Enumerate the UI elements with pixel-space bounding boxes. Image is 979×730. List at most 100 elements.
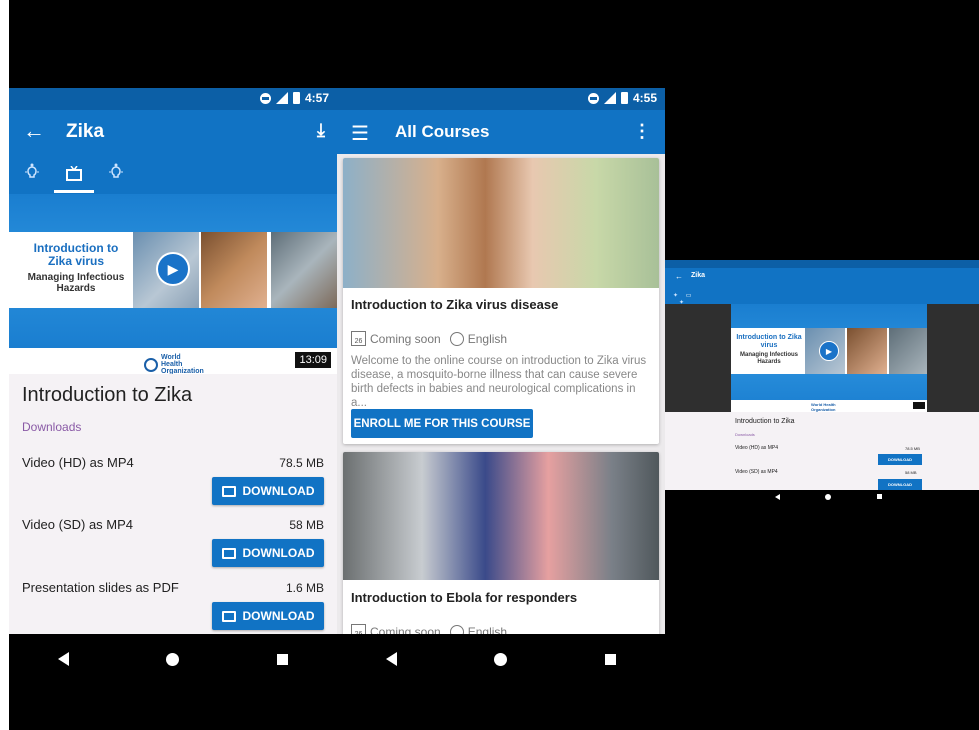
- download-button[interactable]: DOWNLOAD: [212, 539, 324, 567]
- system-nav-bar: [665, 490, 979, 506]
- course-content: Introduction to Zika Downloads Video (HD…: [9, 374, 337, 634]
- nav-recents-icon[interactable]: [877, 494, 882, 499]
- do-not-disturb-icon: [587, 92, 599, 104]
- calendar-icon: 26: [351, 331, 366, 346]
- app-bar: ← Zika ⤓: [9, 110, 337, 154]
- video-subtitle: Managing Infectious Hazards: [27, 272, 125, 294]
- who-logo: World Health Organization: [144, 354, 204, 375]
- screen-tablet-course-detail: ← Zika ✦ ▭ ✦ Introduction to Zika virus …: [665, 0, 979, 730]
- tab-bar: ✦ ▭ ✦: [673, 292, 703, 306]
- thumbnail-image: [847, 328, 887, 374]
- download-item-size: 1.6 MB: [285, 581, 324, 595]
- nav-recents-icon[interactable]: [605, 653, 617, 665]
- nav-back-icon[interactable]: [385, 652, 397, 666]
- thumbnail-image: [271, 232, 337, 308]
- arrow-back-icon[interactable]: ←: [675, 272, 683, 281]
- download-item-size: 58 MB: [905, 470, 917, 475]
- thumbnail-image: [201, 232, 267, 308]
- status-time: 4:57: [304, 91, 329, 105]
- battery-icon: [620, 92, 628, 104]
- page-title: All Courses: [395, 122, 490, 141]
- status-time: 4:55: [632, 91, 657, 105]
- course-title: Introduction to Zika virus disease: [351, 297, 559, 312]
- download-item-label: Video (SD) as MP4: [735, 469, 778, 475]
- lightbulb-icon[interactable]: [24, 162, 40, 189]
- video-player[interactable]: Introduction to Zika virus Managing Infe…: [9, 194, 337, 348]
- active-tab-indicator: [54, 190, 94, 193]
- thumbnail-image: [889, 328, 927, 374]
- download-button[interactable]: DOWNLOAD: [878, 454, 922, 465]
- download-item-size: 78.5 MB: [905, 446, 920, 451]
- lightbulb-icon[interactable]: ✦: [673, 293, 678, 299]
- globe-icon: [449, 331, 464, 346]
- app-bar: ☰ All Courses ⋮: [337, 110, 665, 154]
- download-item-size: 58 MB: [289, 518, 324, 532]
- video-footer: World Health Organization 13:09: [9, 348, 337, 375]
- signal-icon: [603, 92, 616, 104]
- tv-icon[interactable]: [65, 165, 83, 187]
- nav-home-icon[interactable]: [825, 494, 831, 500]
- course-meta: 26 Coming soon English: [351, 331, 507, 346]
- video-thumbnail: Introduction to Zika virus Managing Infe…: [731, 328, 927, 374]
- video-subtitle: Managing Infectious Hazards: [739, 352, 798, 365]
- globe-icon: [449, 624, 464, 634]
- do-not-disturb-icon: [259, 92, 271, 104]
- arrow-back-icon[interactable]: ←: [23, 118, 45, 144]
- more-vert-icon[interactable]: ⋮: [633, 121, 651, 142]
- signal-icon: [275, 92, 288, 104]
- video-footer: World Health Organization: [731, 400, 927, 412]
- course-image: [343, 452, 659, 580]
- downloads-label: Downloads: [22, 420, 82, 434]
- video-player[interactable]: Introduction to Zika virus Managing Infe…: [731, 304, 927, 412]
- course-card[interactable]: Introduction to Ebola for responders 26 …: [343, 452, 659, 634]
- menu-icon[interactable]: ☰: [351, 121, 369, 146]
- globe-icon: [144, 357, 158, 372]
- battery-icon: [292, 92, 300, 104]
- course-content: Introduction to Zika Downloads Video (HD…: [665, 412, 979, 490]
- page-title: Zika: [691, 272, 706, 279]
- download-icon[interactable]: ⤓: [317, 120, 325, 141]
- status-bar: 4:57: [9, 88, 337, 110]
- nav-back-icon[interactable]: [57, 652, 69, 666]
- who-logo: World Health Organization: [811, 402, 836, 412]
- play-icon[interactable]: ▶: [156, 252, 190, 286]
- download-item-label: Video (HD) as MP4: [735, 445, 778, 451]
- calendar-icon: 26: [351, 624, 366, 634]
- download-button[interactable]: DOWNLOAD: [878, 479, 922, 490]
- status-bar: [665, 260, 979, 268]
- enroll-button[interactable]: ENROLL ME FOR THIS COURSE: [351, 409, 533, 438]
- system-nav-bar: [9, 634, 337, 684]
- course-meta: 26 Coming soon English: [351, 624, 507, 634]
- page-title: Zika: [66, 121, 105, 142]
- system-nav-bar: [337, 634, 665, 684]
- nav-back-icon[interactable]: [775, 494, 780, 500]
- download-button[interactable]: DOWNLOAD: [212, 602, 324, 630]
- nav-home-icon[interactable]: [166, 652, 180, 666]
- course-title: Introduction to Zika: [22, 384, 193, 406]
- screen-course-detail: 4:57 ← Zika ⤓ Introduction to Zika virus…: [9, 0, 337, 730]
- video-duration: 13:09: [295, 352, 331, 368]
- play-icon[interactable]: ▶: [819, 341, 839, 361]
- nav-home-icon[interactable]: [494, 652, 508, 666]
- tv-icon[interactable]: ▭: [686, 293, 692, 299]
- lightbulb-icon[interactable]: [108, 162, 124, 189]
- app-bar: ← Zika ✦ ▭ ✦: [665, 268, 979, 306]
- nav-recents-icon[interactable]: [277, 653, 289, 665]
- course-description: Welcome to the online course on introduc…: [351, 355, 647, 409]
- screen-all-courses: 4:55 ☰ All Courses ⋮ Introduction to Zik…: [337, 0, 665, 730]
- video-title: Introduction to Zika virus: [33, 241, 119, 268]
- course-image: [343, 158, 659, 288]
- course-title: Introduction to Zika: [735, 418, 795, 425]
- download-icon: [221, 547, 236, 559]
- video-duration: [913, 402, 925, 409]
- status-bar: 4:55: [337, 88, 665, 110]
- course-list: Introduction to Zika virus disease 26 Co…: [337, 154, 665, 634]
- downloads-label: Downloads: [735, 432, 755, 437]
- download-button[interactable]: DOWNLOAD: [212, 477, 324, 505]
- download-item-size: 78.5 MB: [279, 456, 324, 470]
- download-item-label: Video (SD) as MP4: [22, 517, 134, 532]
- download-item-label: Video (HD) as MP4: [22, 455, 134, 470]
- course-card[interactable]: Introduction to Zika virus disease 26 Co…: [343, 158, 659, 444]
- course-title: Introduction to Ebola for responders: [351, 590, 578, 605]
- download-item-label: Presentation slides as PDF: [22, 580, 179, 595]
